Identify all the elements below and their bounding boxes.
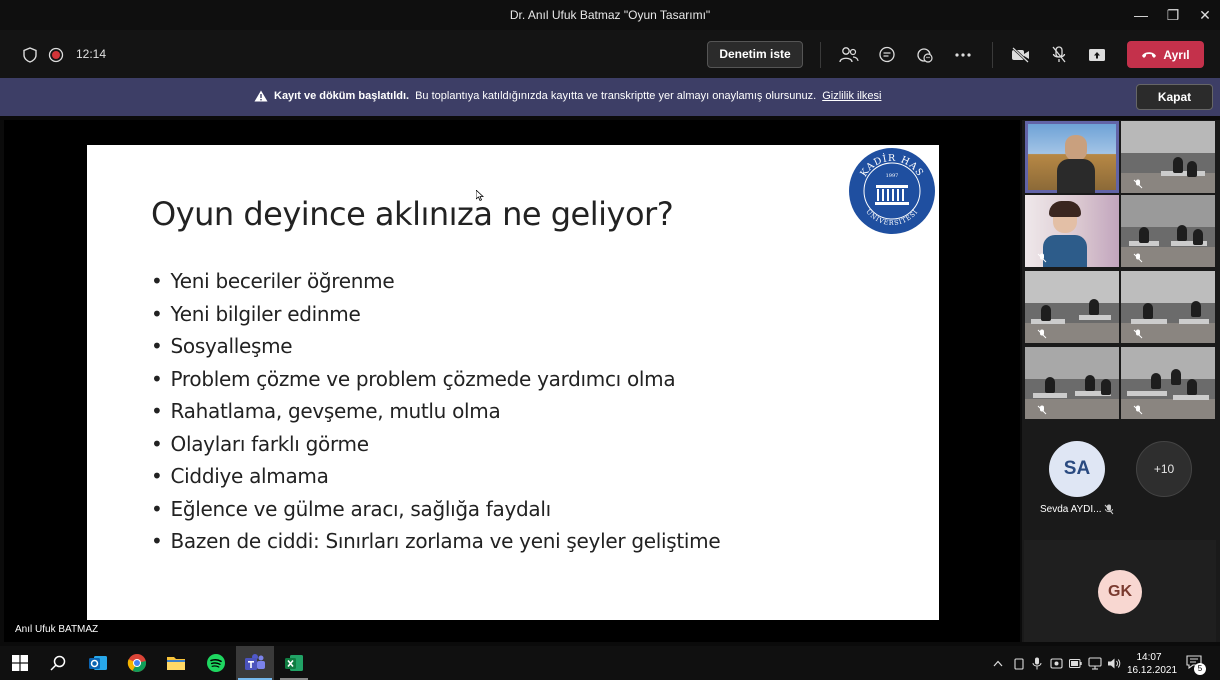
mic-muted-icon (1133, 179, 1143, 189)
warning-icon (254, 90, 268, 102)
video-tile-participant[interactable] (1025, 195, 1119, 267)
mic-muted-icon (1133, 253, 1143, 263)
presenter-name: Anıl Ufuk BATMAZ (15, 624, 99, 635)
spotify-icon[interactable] (204, 651, 228, 675)
recording-banner: Kayıt ve döküm başlatıldı. Bu toplantıya… (0, 78, 1220, 116)
microphone-icon[interactable] (1032, 657, 1042, 670)
privacy-policy-link[interactable]: Gizlilik ilkesi (822, 90, 881, 102)
battery-icon[interactable] (1069, 659, 1082, 668)
participants-icon[interactable] (838, 44, 860, 66)
network-icon[interactable] (1088, 657, 1102, 670)
video-tile-classroom[interactable] (1121, 347, 1215, 419)
notifications-icon[interactable]: 5 (1186, 655, 1206, 675)
chrome-icon[interactable] (125, 651, 149, 675)
request-control-button[interactable]: Denetim iste (707, 41, 803, 68)
device-icon[interactable] (1013, 658, 1025, 670)
windows-taskbar: 14:07 16.12.2021 5 (0, 646, 1220, 680)
presentation-slide: Oyun deyince aklınıza ne geliyor? Yeni b… (87, 145, 939, 620)
participant-name-sevda: Sevda AYDI... (1040, 504, 1102, 515)
close-window-button[interactable]: ✕ (1190, 4, 1220, 26)
clock-date: 16.12.2021 (1127, 665, 1178, 676)
banner-message: Kayıt ve döküm başlatıldı. Bu toplantıya… (254, 90, 881, 102)
slide-bullet: Problem çözme ve problem çözmede yardımc… (151, 367, 720, 400)
more-icon[interactable] (952, 44, 974, 66)
mic-muted-icon (1037, 405, 1047, 415)
mouse-cursor-icon (476, 190, 484, 201)
notification-count-badge: 5 (1194, 663, 1206, 675)
slide-bullet: Sosyalleşme (151, 334, 720, 367)
meeting-timer: 12:14 (76, 47, 107, 61)
reactions-icon[interactable] (914, 44, 936, 66)
video-tile-classroom[interactable] (1025, 271, 1119, 343)
excel-icon[interactable] (282, 651, 306, 675)
more-participants-button[interactable]: +10 (1136, 441, 1192, 497)
slide-bullet: Yeni beceriler öğrenme (151, 269, 720, 302)
windows-icon[interactable] (8, 651, 32, 675)
banner-bold-text: Kayıt ve döküm başlatıldı. (274, 90, 410, 102)
outlook-icon[interactable] (86, 651, 110, 675)
avatar-sa[interactable]: SA (1049, 441, 1105, 497)
banner-text: Bu toplantıya katıldığınızda kayıtta ve … (415, 90, 817, 102)
meeting-toolbar: 12:14 Denetim iste Ayrıl (0, 30, 1220, 78)
video-tile-classroom[interactable] (1121, 121, 1215, 193)
camera-off-icon[interactable] (1010, 44, 1032, 66)
video-tile-presenter[interactable] (1025, 121, 1119, 193)
leave-button[interactable]: Ayrıl (1127, 41, 1204, 68)
mic-muted-icon (1133, 329, 1143, 339)
teams-meeting-window: Dr. Anıl Ufuk Batmaz "Oyun Tasarımı" — ❐… (0, 0, 1220, 680)
mic-off-icon[interactable] (1048, 44, 1070, 66)
mic-muted-icon (1037, 253, 1047, 263)
video-tile-classroom[interactable] (1121, 271, 1215, 343)
search-icon[interactable] (46, 651, 70, 675)
share-icon[interactable] (1086, 44, 1108, 66)
shield-icon[interactable] (19, 44, 41, 66)
video-tile-classroom[interactable] (1121, 195, 1215, 267)
slide-bullet: Bazen de ciddi: Sınırları zorlama ve yen… (151, 529, 721, 562)
avatar-gk[interactable]: GK (1098, 570, 1142, 614)
record-icon[interactable] (45, 44, 67, 66)
mic-muted-icon (1133, 405, 1143, 415)
leave-label: Ayrıl (1163, 47, 1190, 62)
maximize-button[interactable]: ❐ (1158, 4, 1188, 26)
mic-muted-icon (1037, 329, 1047, 339)
video-tile-classroom[interactable] (1025, 347, 1119, 419)
mic-muted-icon (1104, 504, 1114, 515)
toolbar-divider (820, 42, 821, 68)
meet-now-icon[interactable] (1050, 657, 1063, 670)
volume-icon[interactable] (1107, 657, 1121, 670)
slide-bullet: Olayları farklı görme (151, 432, 720, 465)
logo-year: 1997 (886, 173, 899, 179)
teams-icon[interactable] (243, 651, 267, 675)
slide-bullet: Ciddiye almama (151, 464, 720, 497)
chat-icon[interactable] (876, 44, 898, 66)
taskbar-clock[interactable]: 14:07 16.12.2021 (1127, 651, 1178, 677)
slide-bullet: Yeni bilgiler edinme (151, 302, 720, 335)
slide-title: Oyun deyince aklınıza ne geliyor? (151, 195, 674, 233)
university-logo: KADİR HAS ÜNİVERSİTESİ 1997 (849, 148, 935, 234)
window-title: Dr. Anıl Ufuk Batmaz "Oyun Tasarımı" (509, 8, 711, 22)
clock-time: 14:07 (1136, 652, 1162, 663)
phone-icon (1142, 51, 1157, 58)
slide-bullet-list: Yeni beceriler öğrenme Yeni bilgiler edi… (151, 269, 721, 562)
toolbar-divider (992, 42, 993, 68)
file-explorer-icon[interactable] (164, 651, 188, 675)
slide-bullet: Eğlence ve gülme aracı, sağlığa faydalı (151, 497, 720, 530)
chevron-up-icon[interactable] (993, 660, 1003, 667)
close-banner-button[interactable]: Kapat (1136, 84, 1213, 110)
title-bar: Dr. Anıl Ufuk Batmaz "Oyun Tasarımı" — ❐… (0, 0, 1220, 30)
slide-bullet: Rahatlama, gevşeme, mutlu olma (151, 399, 720, 432)
minimize-button[interactable]: — (1126, 4, 1156, 26)
